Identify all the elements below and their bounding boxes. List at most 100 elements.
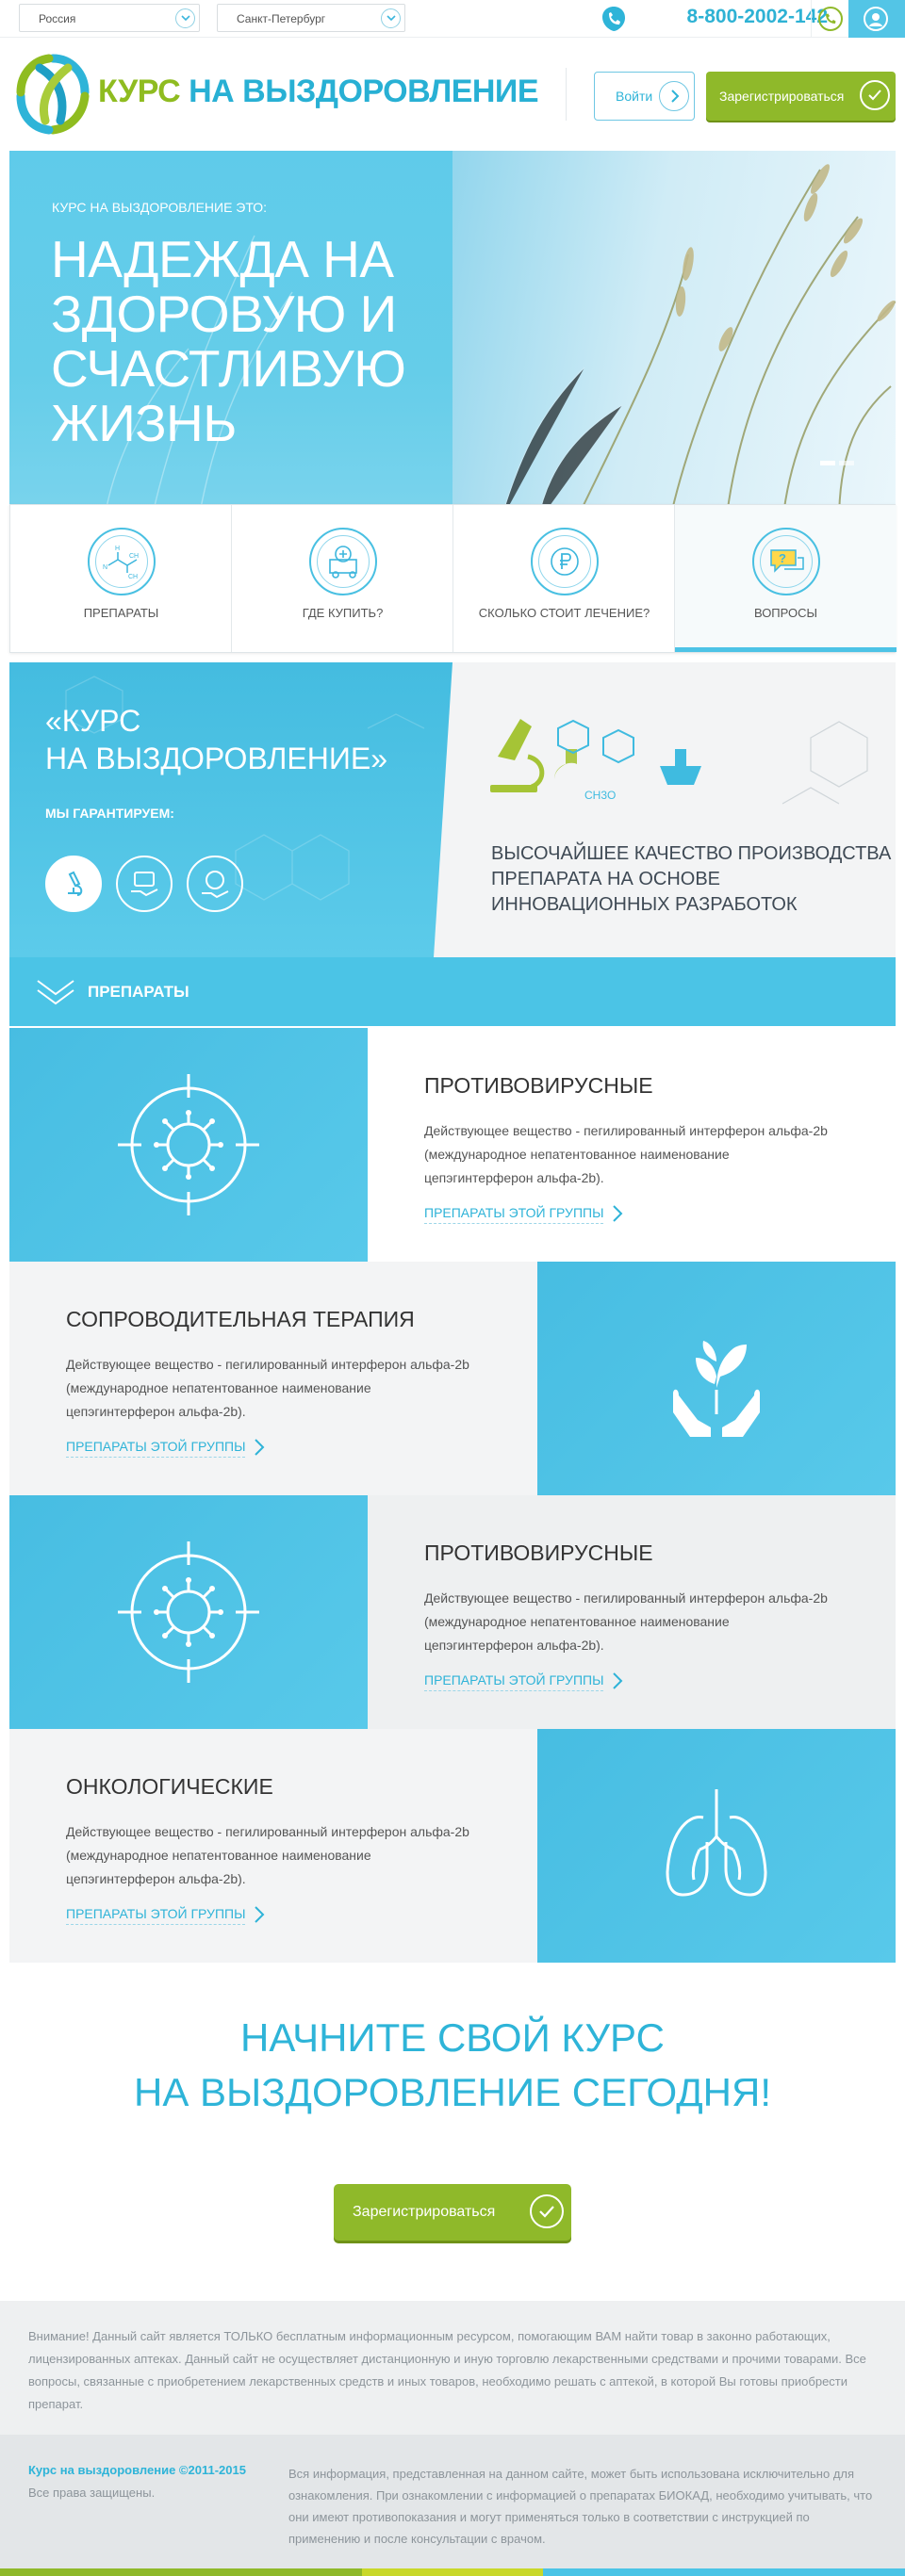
category-row: ПРОТИВОВИРУСНЫЕ Действующее вещество - п… <box>9 1495 896 1729</box>
category-link[interactable]: ПРЕПАРАТЫ ЭТОЙ ГРУППЫ <box>424 1205 623 1224</box>
hero-title: НАДЕЖДА НА ЗДОРОВУЮ И СЧАСТЛИВУЮ ЖИЗНЬ <box>51 230 406 452</box>
footer-stripe <box>0 2568 905 2576</box>
country-select-value: Россия <box>39 12 76 25</box>
microscope-icon[interactable] <box>45 856 102 912</box>
virus-target-icon <box>113 1069 264 1225</box>
hero-slider: КУРС НА ВЫЗДОРОВЛЕНИЕ ЭТО: НАДЕЖДА НА ЗД… <box>9 151 896 523</box>
guarantee-title-line1: «КУРС <box>45 704 141 738</box>
category-image <box>9 1495 368 1729</box>
slider-dot[interactable] <box>820 461 835 465</box>
logo-text[interactable]: КУРС НА ВЫЗДОРОВЛЕНИЕ <box>98 73 539 110</box>
category-text: ПРОТИВОВИРУСНЫЕ Действующее вещество - п… <box>368 1028 896 1262</box>
footer-copyright: Курс на выздоровление ©2011-2015 <box>28 2463 246 2477</box>
svg-text:CH: CH <box>128 574 138 580</box>
callback-phone-icon <box>818 7 843 31</box>
category-text: ОНКОЛОГИЧЕСКИЕ Действующее вещество - пе… <box>9 1729 537 1963</box>
country-select[interactable]: Россия <box>19 4 200 32</box>
pharmacy-icon <box>309 528 377 595</box>
header: КУРС НА ВЫЗДОРОВЛЕНИЕ Войти Зарегистриро… <box>0 38 905 151</box>
cta-register-label: Зарегистрироваться <box>353 2204 496 2220</box>
preparations-section-header: ПРЕПАРАТЫ <box>9 957 896 1026</box>
guarantee-banner: «КУРС НА ВЫЗДОРОВЛЕНИЕ» МЫ ГАРАНТИРУЕМ: <box>9 662 896 957</box>
category-image <box>537 1729 896 1963</box>
city-select[interactable]: Санкт-Петербург <box>217 4 405 32</box>
category-row: ПРОТИВОВИРУСНЫЕ Действующее вещество - п… <box>9 1028 896 1262</box>
category-link[interactable]: ПРЕПАРАТЫ ЭТОЙ ГРУППЫ <box>424 1672 623 1691</box>
formula-label: CH3O <box>584 789 616 802</box>
cta-register-button[interactable]: Зарегистрироваться <box>334 2184 571 2241</box>
tile-treatment-cost[interactable]: СКОЛЬКО СТОИТ ЛЕЧЕНИЕ? <box>453 505 675 652</box>
logo-icon[interactable] <box>11 51 94 142</box>
hands-plant-icon <box>641 1303 792 1459</box>
molecule-icon: H CH CH N <box>88 528 156 595</box>
chevron-right-icon <box>613 1672 623 1689</box>
footer: Курс на выздоровление ©2011-2015 Все пра… <box>0 2435 905 2568</box>
ruble-icon <box>531 528 599 595</box>
lungs-icon <box>641 1770 792 1926</box>
slider-dot[interactable] <box>839 461 854 465</box>
category-description: Действующее вещество - пегилированный ин… <box>66 1824 469 1886</box>
tile-questions[interactable]: ? ВОПРОСЫ <box>675 505 897 652</box>
chevron-down-icon[interactable] <box>381 8 401 28</box>
category-text: СОПРОВОДИТЕЛЬНАЯ ТЕРАПИЯ Действующее вещ… <box>9 1262 537 1495</box>
support-button[interactable] <box>848 0 905 38</box>
svg-text:H: H <box>115 546 120 552</box>
cta-title: НАЧНИТЕ СВОЙ КУРС НА ВЫЗДОРОВЛЕНИЕ СЕГОД… <box>0 2011 905 2120</box>
phone-number[interactable]: 8-800-2002-142 <box>687 6 828 28</box>
category-link-label: ПРЕПАРАТЫ ЭТОЙ ГРУППЫ <box>424 1205 604 1220</box>
svg-text:?: ? <box>779 551 786 565</box>
category-row: ОНКОЛОГИЧЕСКИЕ Действующее вещество - пе… <box>9 1729 896 1963</box>
category-link[interactable]: ПРЕПАРАТЫ ЭТОЙ ГРУППЫ <box>66 1439 265 1458</box>
top-bar: Россия Санкт-Петербург 8-800-2002-142 <box>0 0 905 38</box>
callback-button[interactable] <box>811 0 848 38</box>
category-row: СОПРОВОДИТЕЛЬНАЯ ТЕРАПИЯ Действующее вещ… <box>9 1262 896 1495</box>
guarantee-text: ВЫСОЧАЙШЕЕ КАЧЕСТВО ПРОИЗВОДСТВА ПРЕПАРА… <box>491 843 892 915</box>
checkmark-icon <box>860 80 890 110</box>
phone-icon <box>601 5 627 38</box>
guarantee-title-line2: НА ВЫЗДОРОВЛЕНИЕ» <box>45 742 388 775</box>
disclaimer-text: Внимание! Данный сайт является ТОЛЬКО бе… <box>28 2329 866 2411</box>
category-link-label: ПРЕПАРАТЫ ЭТОЙ ГРУППЫ <box>66 1906 246 1921</box>
tile-label: СКОЛЬКО СТОИТ ЛЕЧЕНИЕ? <box>478 606 650 620</box>
footer-rights: Все права защищены. <box>28 2486 156 2500</box>
pills-hand-icon[interactable] <box>116 856 173 912</box>
tile-label: ПРЕПАРАТЫ <box>83 606 159 620</box>
header-divider <box>566 68 567 121</box>
login-button-label: Войти <box>616 89 653 104</box>
category-title: СОПРОВОДИТЕЛЬНАЯ ТЕРАПИЯ <box>66 1307 415 1331</box>
register-button-label: Зарегистрироваться <box>719 89 845 104</box>
guarantee-subtitle: МЫ ГАРАНТИРУЕМ: <box>45 806 174 821</box>
footer-info: Вся информация, представленная на данном… <box>288 2467 873 2546</box>
category-link-label: ПРЕПАРАТЫ ЭТОЙ ГРУППЫ <box>66 1439 246 1454</box>
register-button[interactable]: Зарегистрироваться <box>706 72 896 121</box>
support-agent-icon <box>864 7 888 31</box>
quick-links: H CH CH N ПРЕПАРАТЫ ГДЕ КУПИТЬ? СКОЛЬКО СТО… <box>9 504 897 653</box>
city-select-value: Санкт-Петербург <box>237 12 326 25</box>
hero-text-panel: КУРС НА ВЫЗДОРОВЛЕНИЕ ЭТО: НАДЕЖДА НА ЗД… <box>9 151 452 523</box>
chevron-right-icon <box>255 1906 265 1923</box>
hero-subtitle: КУРС НА ВЫЗДОРОВЛЕНИЕ ЭТО: <box>52 200 268 215</box>
logo-word-course: КУРС <box>98 73 181 109</box>
category-description: Действующее вещество - пегилированный ин… <box>424 1123 828 1185</box>
tile-label: ВОПРОСЫ <box>753 606 818 620</box>
chevron-right-icon <box>255 1439 265 1456</box>
category-description: Действующее вещество - пегилированный ин… <box>424 1590 828 1653</box>
question-chat-icon: ? <box>752 528 820 595</box>
disclaimer-block: Внимание! Данный сайт является ТОЛЬКО бе… <box>0 2301 905 2435</box>
login-button[interactable]: Войти <box>594 72 695 121</box>
tile-label: ГДЕ КУПИТЬ? <box>302 606 384 620</box>
chevron-right-icon <box>613 1205 623 1222</box>
category-title: ОНКОЛОГИЧЕСКИЕ <box>66 1774 273 1799</box>
category-link-label: ПРЕПАРАТЫ ЭТОЙ ГРУППЫ <box>424 1672 604 1687</box>
tile-where-to-buy[interactable]: ГДЕ КУПИТЬ? <box>232 505 453 652</box>
checkmark-icon <box>530 2194 564 2228</box>
svg-text:CH: CH <box>129 553 139 560</box>
quality-hand-icon[interactable] <box>187 856 243 912</box>
virus-target-icon <box>113 1537 264 1692</box>
tile-preparations[interactable]: H CH CH N ПРЕПАРАТЫ <box>10 505 232 652</box>
chevron-right-icon <box>659 81 689 111</box>
category-image <box>9 1028 368 1262</box>
category-link[interactable]: ПРЕПАРАТЫ ЭТОЙ ГРУППЫ <box>66 1906 265 1925</box>
cta-title-line2: НА ВЫЗДОРОВЛЕНИЕ СЕГОДНЯ! <box>133 2070 772 2114</box>
chevron-down-icon[interactable] <box>175 8 195 28</box>
